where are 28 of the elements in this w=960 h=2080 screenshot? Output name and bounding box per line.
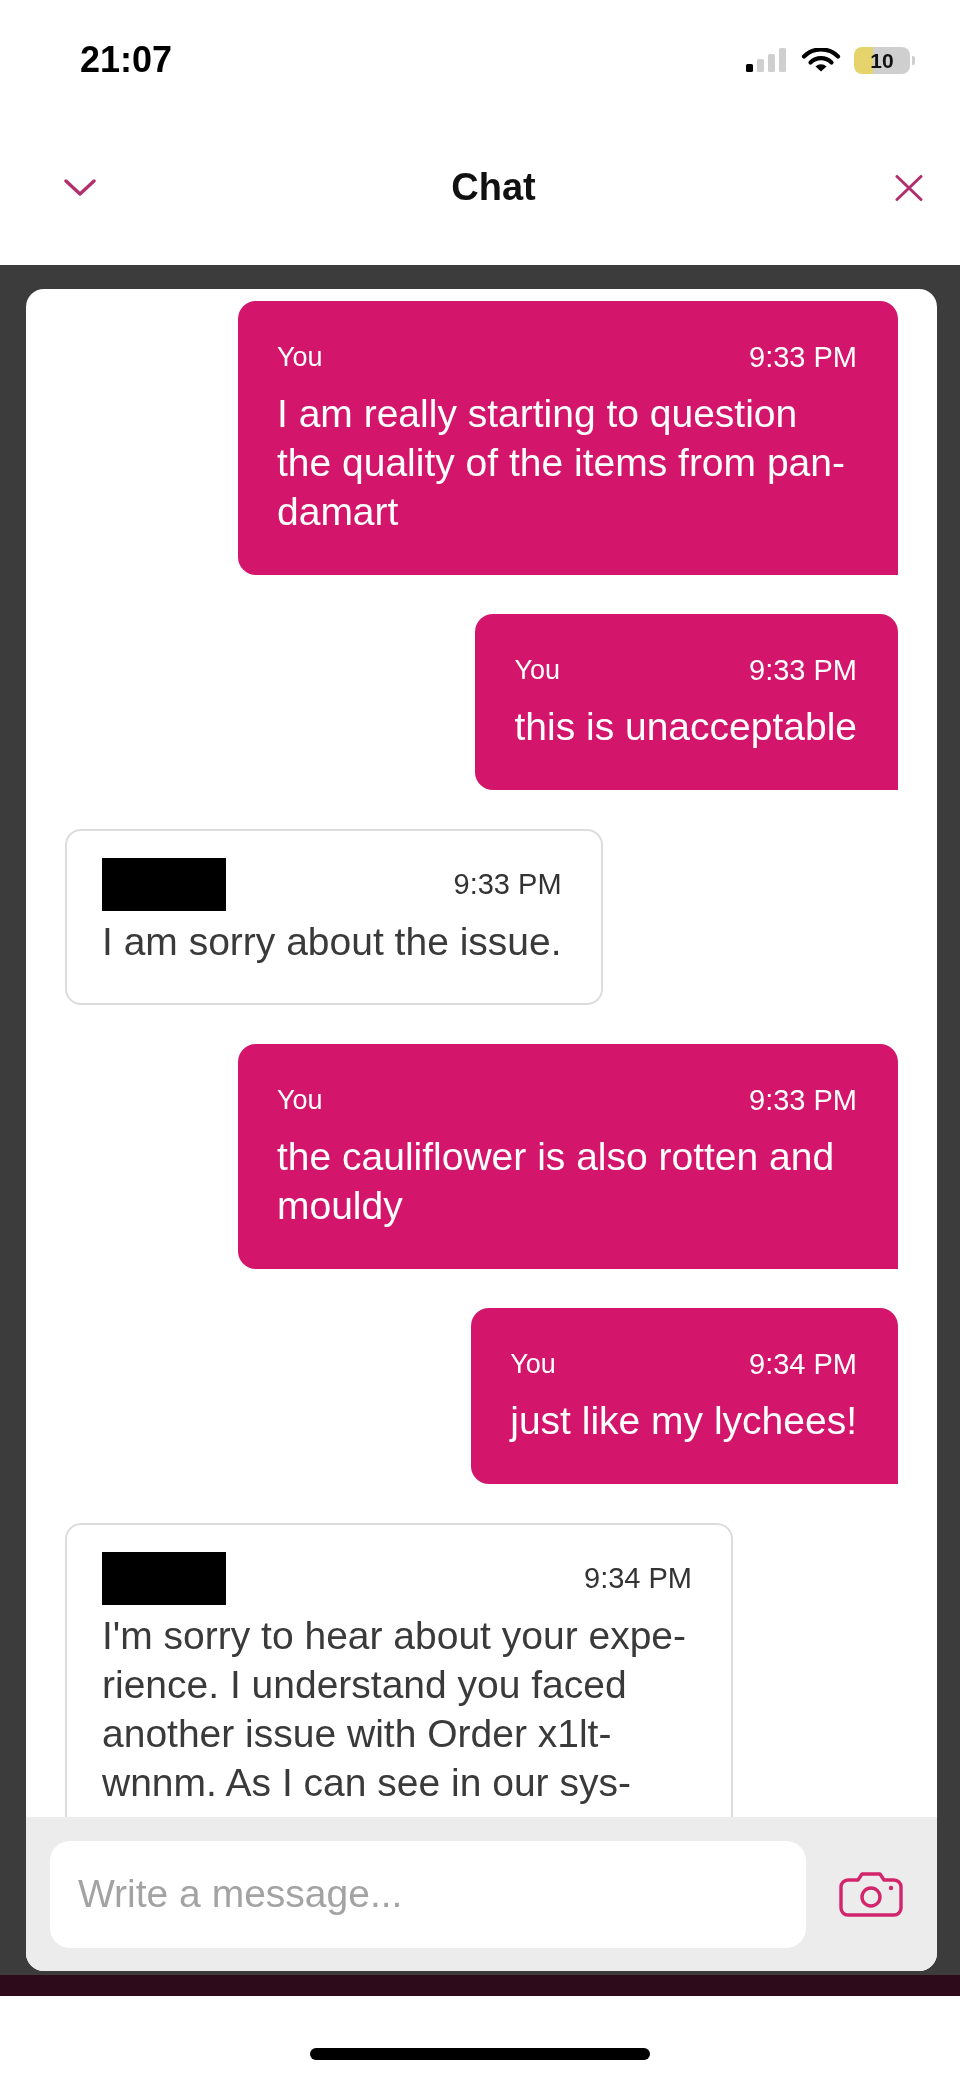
chat-title: Chat [451, 166, 536, 209]
message-text: the cauliflower is also rotten and mouldy [277, 1134, 836, 1229]
message-text: I am sorry about the issue. [102, 919, 562, 965]
wifi-icon [801, 48, 841, 72]
message-time: 9:33 PM [749, 652, 857, 688]
close-icon [895, 174, 923, 201]
message-text: I'm sorry to hear about your expe-rience. I understand you faced another issue with Order x1lt-wnnm. As I can see in our sys- [102, 1613, 688, 1806]
message-text: this is unacceptable [514, 704, 857, 750]
message-text: I am really starting to question the quality of the items from pan-damart [277, 391, 846, 535]
sender-name: You [510, 1347, 556, 1381]
status-time: 21:07 [80, 42, 173, 78]
collapse-button[interactable] [64, 179, 96, 196]
message-time: 9:33 PM [749, 339, 857, 375]
sender-name: You [514, 653, 560, 687]
message-time: 9:33 PM [749, 1082, 857, 1118]
battery-percentage: 10 [870, 49, 894, 71]
chevron-down-icon [64, 179, 96, 196]
sender-name: You [277, 340, 323, 374]
message-time: 9:34 PM [749, 1346, 857, 1382]
sender-name: You [277, 1083, 323, 1117]
message-text: just like my lychees! [510, 1398, 857, 1444]
message-time: 9:33 PM [453, 866, 562, 902]
message-time: 9:34 PM [584, 1560, 692, 1596]
close-button[interactable] [895, 174, 923, 201]
message-input[interactable]: Write a message... [50, 1840, 806, 1948]
camera-icon [839, 1871, 903, 1917]
signal-icon [746, 48, 788, 72]
camera-button[interactable] [839, 1871, 903, 1917]
